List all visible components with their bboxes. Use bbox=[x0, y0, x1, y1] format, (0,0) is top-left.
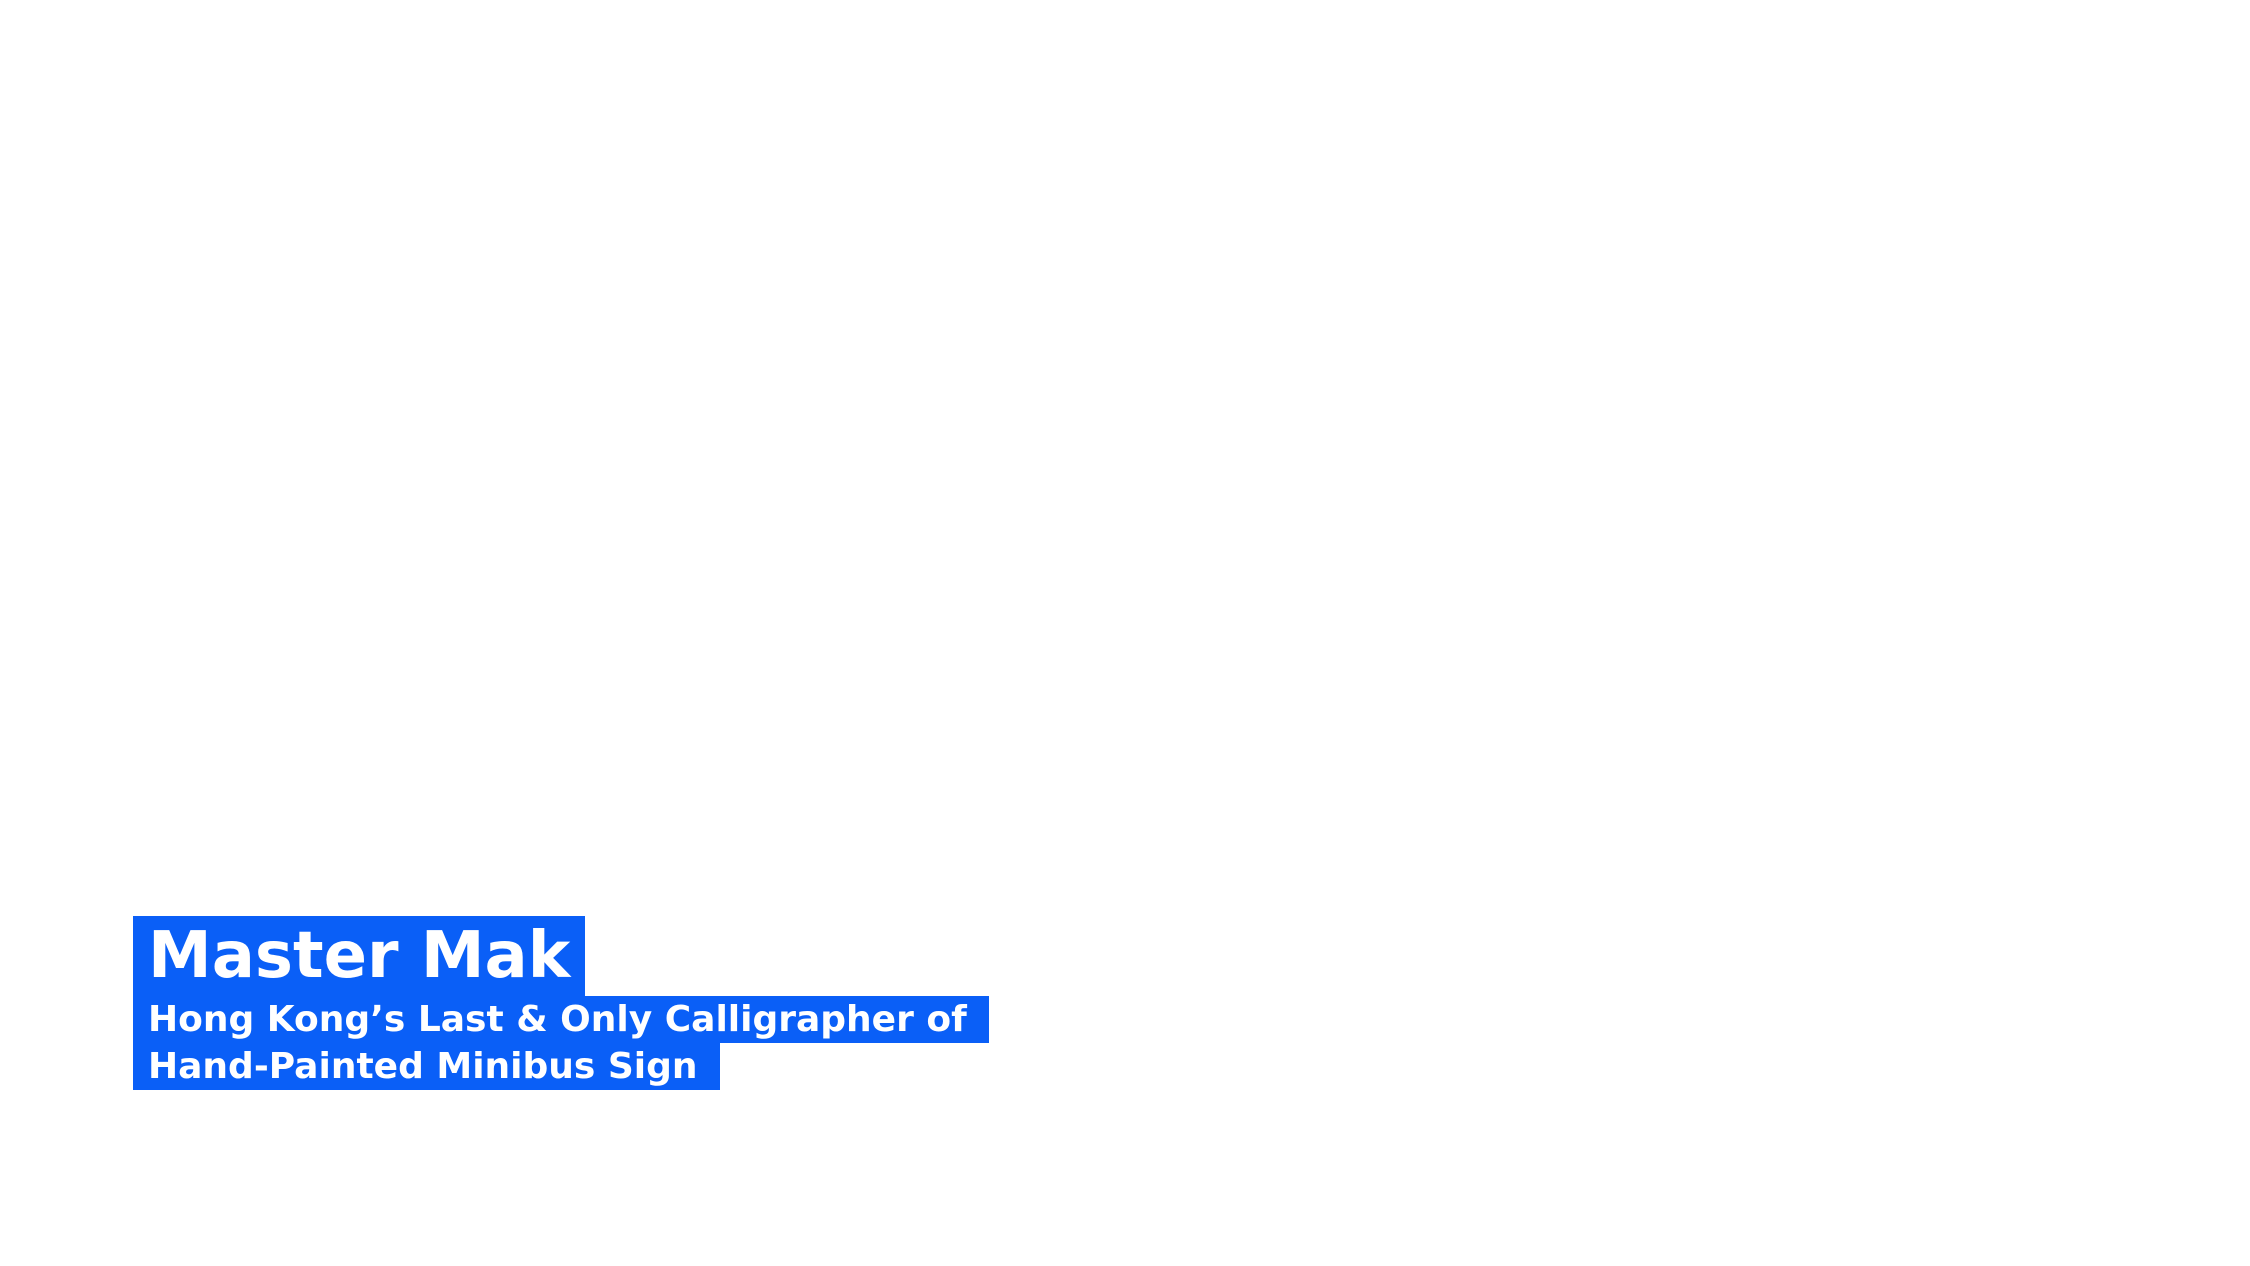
caption-subtitle: Hong Kong’s Last & Only Calligrapher of … bbox=[133, 996, 989, 1090]
video-frame: Master Mak Hong Kong’s Last & Only Calli… bbox=[0, 0, 2250, 1266]
caption-subtitle-line-1: Hong Kong’s Last & Only Calligrapher of bbox=[133, 996, 989, 1043]
caption-subtitle-line-2: Hand-Painted Minibus Sign bbox=[133, 1043, 720, 1090]
caption-title: Master Mak bbox=[133, 916, 586, 996]
lower-third-caption: Master Mak Hong Kong’s Last & Only Calli… bbox=[133, 916, 989, 1090]
